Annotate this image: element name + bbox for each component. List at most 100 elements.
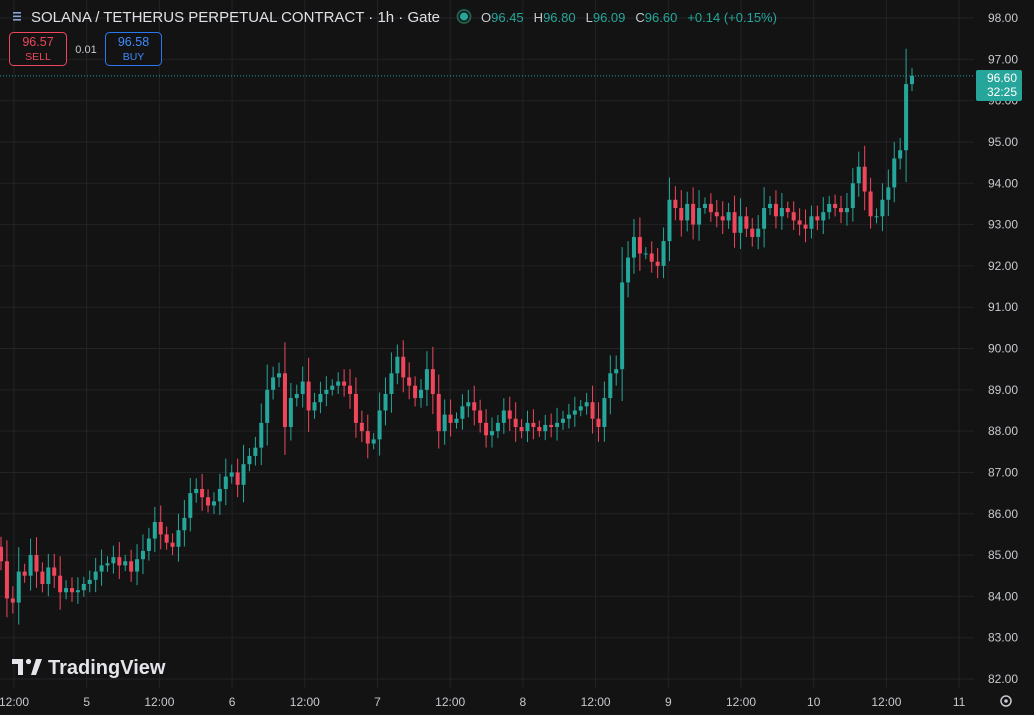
candle-body xyxy=(117,557,122,566)
candle-body xyxy=(685,203,690,221)
candle-body xyxy=(312,402,317,411)
sell-button[interactable]: 96.57 SELL xyxy=(9,32,67,66)
time-tick-label: 6 xyxy=(229,695,236,709)
candle-body xyxy=(22,571,27,576)
candle-body xyxy=(720,216,725,221)
candle-body xyxy=(52,567,57,576)
candle-body xyxy=(507,410,512,419)
candle-body xyxy=(614,369,619,374)
price-tick-label: 83.00 xyxy=(988,631,1018,645)
candle-body xyxy=(726,212,731,221)
candle-body xyxy=(549,424,554,427)
candle-body xyxy=(708,203,713,213)
chart-background xyxy=(0,0,1034,715)
candle-body xyxy=(365,431,370,444)
ohlc-values: O96.45 H96.80 L96.09 C96.60 +0.14 (+0.15… xyxy=(481,9,777,26)
ohlc-close-key: C xyxy=(635,10,644,25)
candle-body xyxy=(779,208,784,217)
spread-value: 0.01 xyxy=(75,44,96,56)
candle-body xyxy=(146,538,151,551)
ohlc-high-key: H xyxy=(534,10,543,25)
candle-body xyxy=(691,203,696,225)
buy-button[interactable]: 96.58 BUY xyxy=(105,32,162,66)
candle-body xyxy=(578,406,583,411)
last-price-value: 96.60 xyxy=(987,71,1017,85)
candle-body xyxy=(572,410,577,415)
candle-body xyxy=(590,402,595,419)
candle-body xyxy=(436,393,441,432)
candle-body xyxy=(525,422,530,432)
price-tick-label: 92.00 xyxy=(988,259,1018,273)
candle-body xyxy=(0,546,4,562)
price-chart[interactable]: 82.00 83.00 84.00 85.00 86.00 87.00 88.00 89.00… xyxy=(0,0,1034,715)
candle-body xyxy=(211,501,216,506)
candle-body xyxy=(277,373,282,378)
candle-body xyxy=(856,166,861,184)
candle-body xyxy=(64,588,69,593)
candle-body xyxy=(217,488,222,502)
price-tick-label: 87.00 xyxy=(988,465,1018,479)
buy-price: 96.58 xyxy=(118,35,149,49)
ohlc-low-key: L xyxy=(586,10,593,25)
symbol-title[interactable]: SOLANA / TETHERUS PERPETUAL CONTRACT · 1… xyxy=(31,9,440,26)
candle-body xyxy=(377,410,382,440)
candle-body xyxy=(732,212,737,233)
candle-body xyxy=(318,393,323,403)
candle-body xyxy=(472,402,477,411)
candle-body xyxy=(259,422,264,448)
candle-body xyxy=(844,208,849,213)
candle-body xyxy=(288,398,293,427)
candle-body xyxy=(874,216,879,218)
candle-body xyxy=(336,381,341,386)
candle-body xyxy=(791,212,796,221)
time-tick-label: 9 xyxy=(665,695,672,709)
candle-body xyxy=(194,488,199,494)
candle-body xyxy=(756,228,761,237)
candle-body xyxy=(69,588,74,593)
candle-body xyxy=(673,199,678,209)
ohlc-open-key: O xyxy=(481,10,491,25)
candle-body xyxy=(348,385,353,394)
candle-body xyxy=(803,224,808,229)
candle-body xyxy=(46,567,51,584)
candle-body xyxy=(282,373,287,427)
candle-body xyxy=(773,203,778,217)
candle-body xyxy=(111,557,116,564)
candle-body xyxy=(164,534,169,543)
candle-body xyxy=(868,191,873,217)
candle-body xyxy=(389,373,394,394)
candle-body xyxy=(750,228,755,237)
candle-body xyxy=(34,555,39,572)
candle-body xyxy=(401,356,406,378)
candle-body xyxy=(909,75,915,85)
candle-body xyxy=(679,208,684,221)
candle-body xyxy=(424,369,429,390)
candle-body xyxy=(454,418,459,423)
candle-body xyxy=(904,84,909,151)
candle-body xyxy=(99,565,104,572)
candle-body xyxy=(850,183,855,209)
menu-icon[interactable] xyxy=(13,12,21,21)
buy-label: BUY xyxy=(123,51,145,63)
time-tick-label: 12:00 xyxy=(290,695,320,709)
candle-body xyxy=(501,410,506,423)
candle-body xyxy=(359,422,364,432)
candle-body xyxy=(714,212,719,217)
candle-body xyxy=(892,158,897,188)
price-tick-label: 89.00 xyxy=(988,383,1018,397)
candle-body xyxy=(513,418,518,427)
candle-body xyxy=(407,377,412,386)
sell-price: 96.57 xyxy=(22,35,53,49)
candle-body xyxy=(383,393,388,411)
candle-body xyxy=(176,530,181,547)
candle-body xyxy=(306,381,311,411)
candle-body xyxy=(182,517,187,531)
candle-body xyxy=(655,261,660,266)
candle-body xyxy=(537,426,542,432)
candle-body xyxy=(241,464,246,485)
candle-body xyxy=(229,472,234,477)
candle-body xyxy=(762,208,767,229)
candle-body xyxy=(839,208,844,213)
price-tick-label: 94.00 xyxy=(988,176,1018,190)
legend-header: SOLANA / TETHERUS PERPETUAL CONTRACT · 1… xyxy=(13,9,777,26)
